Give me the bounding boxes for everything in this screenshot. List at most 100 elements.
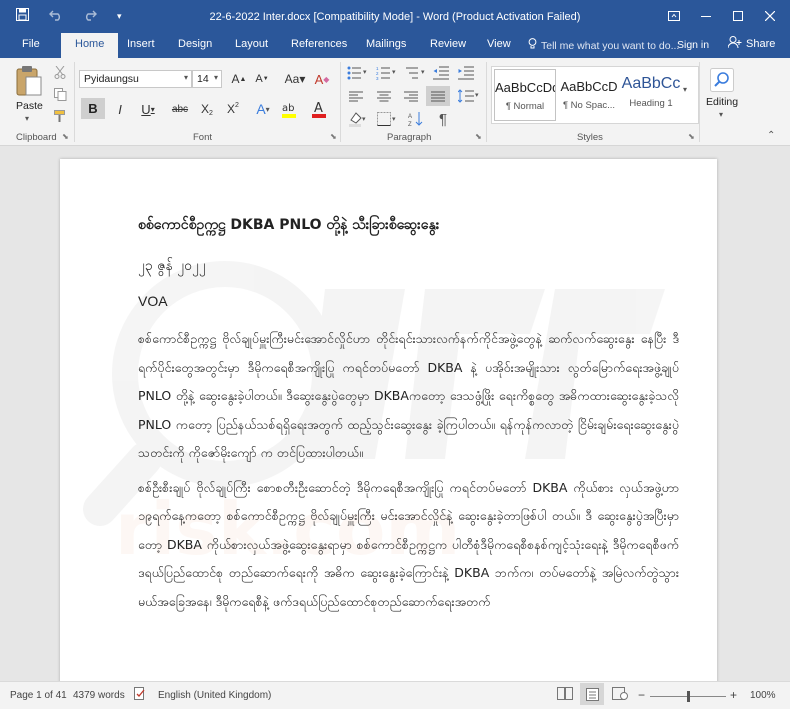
vertical-scrollbar[interactable] [778, 147, 790, 681]
tab-view[interactable]: View [487, 38, 511, 50]
tab-home[interactable]: Home [61, 33, 119, 58]
title-bar: ▾ 22-6-2022 Inter.docx [Compatibility Mo… [0, 0, 790, 33]
proofing-icon[interactable] [134, 687, 146, 703]
maximize-icon[interactable] [722, 4, 754, 28]
strikethrough-icon[interactable]: abc [170, 99, 190, 119]
document-body: စစ်ကောင်စီဥက္ကဋ္ဌ DKBA PNLO တို့နဲ့ သီးခ… [138, 215, 679, 622]
borders-icon[interactable]: ▾ [375, 110, 401, 128]
font-size-combo[interactable]: 14 ▾ [192, 70, 222, 88]
sort-icon[interactable]: AZ [407, 110, 425, 128]
copy-icon[interactable] [52, 86, 68, 102]
multilevel-list-icon[interactable]: ▾ [404, 64, 428, 82]
tell-me-placeholder: Tell me what you want to do... [541, 39, 680, 52]
underline-icon[interactable]: U ▾ [137, 99, 159, 119]
increase-indent-icon[interactable] [457, 64, 475, 82]
paste-button-label[interactable]: Paste [16, 100, 43, 112]
decrease-indent-icon[interactable] [432, 64, 450, 82]
word-count[interactable]: 4379 words [73, 690, 125, 701]
tab-references[interactable]: References [291, 38, 347, 50]
ribbon-display-options-icon[interactable] [658, 4, 690, 28]
zoom-level[interactable]: 100% [750, 690, 776, 701]
svg-text:▾: ▾ [392, 116, 396, 123]
document-page[interactable]: risk.com စစ်ကောင်စီဥက္ကဋ္ဌ DKBA PNLO တို… [60, 159, 717, 681]
language-status[interactable]: English (United Kingdom) [158, 690, 271, 701]
shrink-font-icon[interactable]: A ▼ [254, 70, 270, 88]
font-name-combo[interactable]: Pyidaungsu ▾ [79, 70, 192, 88]
clipboard-launcher-icon[interactable]: ⬊ [62, 132, 69, 141]
paste-dropdown-icon[interactable]: ▾ [25, 114, 29, 123]
style-no-spacing[interactable]: AaBbCcD ¶ No Spac... [558, 69, 620, 121]
svg-text:Z: Z [408, 122, 412, 127]
paragraph-group-label: Paragraph [387, 132, 432, 143]
tell-me-box[interactable]: Tell me what you want to do... [528, 38, 679, 53]
print-layout-icon[interactable] [580, 683, 604, 705]
align-right-icon[interactable] [402, 88, 420, 104]
share-button[interactable]: Share [727, 36, 776, 52]
numbering-icon[interactable]: 1 2 3 ▾ [375, 64, 399, 82]
justify-icon[interactable] [426, 86, 450, 106]
font-launcher-icon[interactable]: ⬊ [330, 132, 337, 141]
svg-text:ab: ab [282, 103, 294, 114]
grow-font-icon[interactable]: A ▲ [231, 70, 247, 88]
group-separator [699, 62, 700, 142]
collapse-ribbon-icon[interactable]: ⌃ [767, 130, 775, 141]
svg-text:3: 3 [376, 76, 379, 80]
zoom-slider[interactable] [650, 691, 726, 702]
bullets-icon[interactable]: ▾ [346, 64, 370, 82]
show-formatting-marks-icon[interactable]: ¶ [434, 110, 452, 128]
minimize-icon[interactable] [690, 4, 722, 28]
cut-icon[interactable] [52, 64, 68, 80]
zoom-slider-thumb[interactable] [686, 691, 690, 702]
clipboard-group-label: Clipboard [16, 132, 57, 143]
tab-file[interactable]: File [22, 38, 40, 50]
document-date: ၂၃ ဇွန် ၂၀၂၂ [138, 258, 206, 274]
align-center-icon[interactable] [375, 88, 393, 104]
paragraph-launcher-icon[interactable]: ⬊ [475, 132, 482, 141]
format-painter-icon[interactable] [52, 108, 68, 124]
style-normal[interactable]: AaBbCcDd ¶ Normal [494, 69, 556, 121]
svg-text:▾: ▾ [421, 69, 425, 76]
bold-icon[interactable]: B [81, 98, 105, 119]
svg-text:▾: ▾ [392, 69, 396, 76]
editing-dropdown-icon[interactable]: ▾ [719, 110, 723, 119]
text-effects-icon[interactable]: A ▾ [253, 99, 273, 119]
share-label: Share [746, 38, 776, 50]
tab-design[interactable]: Design [178, 38, 212, 50]
web-layout-icon[interactable] [612, 687, 628, 703]
zoom-in-icon[interactable]: + [730, 688, 737, 702]
align-left-icon[interactable] [347, 88, 365, 104]
shading-icon[interactable]: ▾ [347, 110, 369, 128]
clear-formatting-icon[interactable]: A ◆ [313, 70, 331, 88]
svg-text:A: A [314, 101, 323, 116]
tab-insert[interactable]: Insert [127, 38, 155, 50]
sign-in-link[interactable]: Sign in [677, 39, 709, 51]
page-count[interactable]: Page 1 of 41 [10, 690, 67, 701]
tab-mailings[interactable]: Mailings [366, 38, 406, 50]
superscript-icon[interactable]: X2 [224, 99, 242, 119]
zoom-out-icon[interactable]: − [638, 688, 645, 702]
italic-icon[interactable]: I [113, 99, 127, 119]
change-case-icon[interactable]: Aa▾ [283, 70, 307, 88]
tab-layout[interactable]: Layout [235, 38, 268, 50]
svg-text:▾: ▾ [475, 92, 479, 99]
window-controls [658, 4, 786, 28]
ribbon-home: Paste ▾ Clipboard ⬊ Pyidaungsu ▾ 14 ▾ A ▲… [0, 58, 790, 146]
chevron-down-icon: ▾ [183, 73, 188, 82]
document-area: risk.com စစ်ကောင်စီဥက္ကဋ္ဌ DKBA PNLO တို… [0, 147, 790, 681]
tab-review[interactable]: Review [430, 38, 466, 50]
style-heading-1[interactable]: AaBbCc Heading 1 [620, 69, 682, 121]
find-icon[interactable] [708, 64, 736, 96]
close-icon[interactable] [754, 4, 786, 28]
paste-icon[interactable] [14, 64, 44, 98]
highlight-color-icon[interactable]: ab [280, 98, 302, 120]
subscript-icon[interactable]: X2 [198, 99, 216, 119]
font-color-icon[interactable]: A [310, 98, 332, 120]
document-paragraph: စစ်ဦးစီးချုပ် ဗိုလ်ချုပ်ကြီး စောစတီးဦးဆေ… [138, 479, 679, 609]
style-preview: AaBbCc [621, 75, 681, 92]
line-spacing-icon[interactable]: ▾ [456, 86, 482, 106]
editing-button-label[interactable]: Editing [706, 96, 738, 108]
read-mode-icon[interactable] [557, 687, 573, 703]
styles-more-icon[interactable]: ▾ [678, 78, 692, 100]
document-paragraph: စစ်ကောင်စီဥက္ကဋ္ဌ ဗိုလ်ချုပ်မှူးကြီးမင်း… [138, 331, 679, 460]
styles-launcher-icon[interactable]: ⬊ [688, 132, 695, 141]
